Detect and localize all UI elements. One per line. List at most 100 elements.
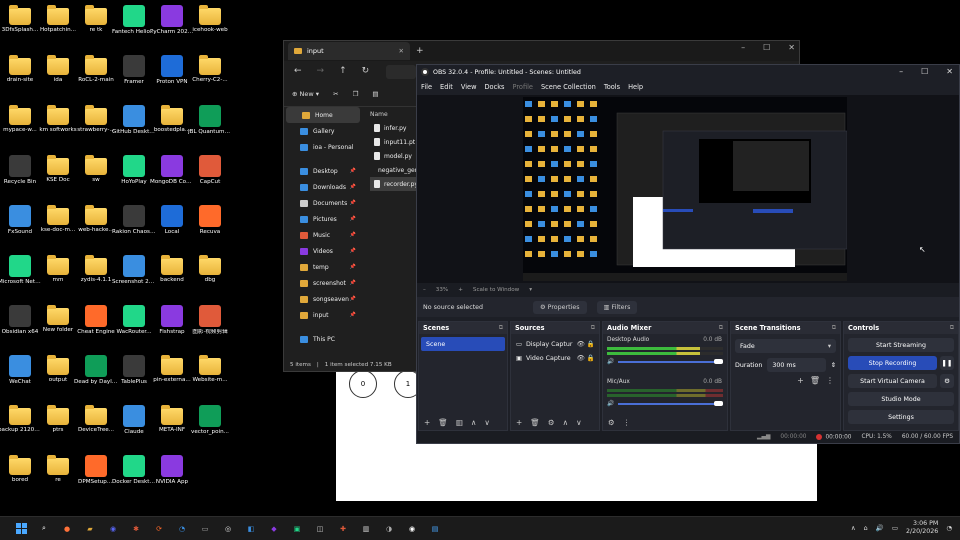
- settings-button[interactable]: Settings: [848, 410, 954, 424]
- scale-mode[interactable]: Scale to Window: [473, 287, 519, 293]
- desktop-icon[interactable]: Website-m...: [190, 352, 230, 396]
- file-row[interactable]: negative_gen...: [370, 163, 420, 177]
- desktop-icon[interactable]: Screenshot 2026-01-...: [112, 252, 156, 296]
- duration-input[interactable]: 300 ms: [767, 358, 826, 372]
- obs-window[interactable]: OBS 32.0.4 - Profile: Untitled - Scenes:…: [416, 64, 960, 444]
- menu-item[interactable]: File: [421, 83, 432, 91]
- source-item[interactable]: ▣ Video Capture 👁 🔒: [511, 351, 599, 365]
- app-icon[interactable]: ▤: [426, 520, 444, 538]
- desktop-icon[interactable]: output: [38, 352, 78, 396]
- firefox-icon[interactable]: ●: [58, 520, 76, 538]
- desktop-icon[interactable]: Recuva: [190, 202, 230, 246]
- more-icon[interactable]: ⋮: [623, 418, 631, 427]
- app-icon[interactable]: ▥: [357, 520, 375, 538]
- desktop-icon[interactable]: FxSound: [0, 202, 40, 246]
- volume-slider[interactable]: 🔊: [607, 359, 723, 365]
- desktop-icon[interactable]: Dead by Daylight: [74, 352, 118, 396]
- new-button[interactable]: ⊕ New ▾: [292, 90, 319, 98]
- more-icon[interactable]: ⋮: [826, 376, 834, 385]
- desktop-icon[interactable]: re: [38, 452, 78, 496]
- desktop-icon[interactable]: WeChat: [0, 352, 40, 396]
- sidebar-item[interactable]: Home: [286, 107, 360, 123]
- desktop-icon[interactable]: GitHub Desktop: [112, 102, 156, 146]
- copy-icon[interactable]: ❐: [353, 90, 359, 98]
- visibility-lock-icons[interactable]: 👁 🔒: [577, 340, 595, 348]
- desktop-icon[interactable]: New folder: [38, 302, 78, 346]
- desktop-icon[interactable]: TablePlus: [114, 352, 154, 396]
- speaker-icon[interactable]: 🔊: [607, 359, 614, 365]
- up-arrow-icon[interactable]: ↑: [339, 66, 347, 76]
- volume-slider[interactable]: 🔊: [607, 401, 723, 407]
- slider-track[interactable]: [618, 359, 723, 364]
- file-row[interactable]: input11.pt: [370, 135, 420, 149]
- trash-icon[interactable]: 🗑: [530, 418, 540, 427]
- zoom-out-icon[interactable]: –: [423, 287, 426, 293]
- close-tab-icon[interactable]: ✕: [399, 47, 404, 55]
- stop-recording-button[interactable]: Stop Recording: [848, 356, 937, 370]
- desktop-icon[interactable]: vector_poin...: [190, 402, 230, 446]
- popout-icon[interactable]: ⧉: [950, 324, 954, 332]
- sidebar-item[interactable]: Desktop 📌: [284, 163, 362, 179]
- file-explorer-icon[interactable]: ▰: [81, 520, 99, 538]
- desktop-icon[interactable]: Framer: [114, 52, 154, 96]
- desktop-icon[interactable]: Cheat Engine: [76, 302, 116, 346]
- desktop-icon[interactable]: Fishstrap: [152, 302, 192, 346]
- add-icon[interactable]: +: [424, 418, 430, 427]
- desktop-icon[interactable]: backup 21202...: [0, 402, 42, 446]
- sidebar-item[interactable]: Downloads 📌: [284, 179, 362, 195]
- desktop-icon[interactable]: RoCL-2-main: [76, 52, 116, 96]
- desktop-icon[interactable]: Obsidian x64: [0, 302, 40, 346]
- preview-canvas[interactable]: [523, 97, 848, 281]
- filter-icon[interactable]: ▥: [456, 418, 463, 427]
- desktop-icon[interactable]: PyCharm 2025.3.2.1: [150, 2, 194, 46]
- sidebar-item[interactable]: Pictures 📌: [284, 211, 362, 227]
- desktop-icon[interactable]: WacRouter...: [114, 302, 154, 346]
- popout-icon[interactable]: ⧉: [591, 324, 595, 332]
- desktop-icon[interactable]: MongoDB Compass: [150, 152, 194, 196]
- desktop-icon[interactable]: drain-site: [0, 52, 40, 96]
- desktop-icon[interactable]: sw: [76, 152, 116, 196]
- search-icon[interactable]: ⌕: [35, 520, 53, 538]
- trash-icon[interactable]: 🗑: [810, 376, 820, 385]
- desktop-icon[interactable]: strawberry-...: [76, 102, 116, 146]
- desktop-icon[interactable]: Rakion Chaos Force: [112, 202, 156, 246]
- close-icon[interactable]: ✕: [788, 43, 795, 52]
- sidebar-item[interactable]: input 📌: [284, 307, 362, 323]
- popout-icon[interactable]: ⧉: [719, 324, 723, 332]
- obs-taskbar-icon[interactable]: ◉: [403, 520, 421, 538]
- desktop-icon[interactable]: Cherry-C2-...: [190, 52, 230, 96]
- maximize-icon[interactable]: ☐: [921, 67, 928, 76]
- discord-icon[interactable]: ◉: [104, 520, 122, 538]
- desktop-icon[interactable]: Local: [152, 202, 192, 246]
- refresh-icon[interactable]: ↻: [362, 66, 370, 76]
- start-windows-icon[interactable]: [12, 520, 30, 538]
- popout-icon[interactable]: ⧉: [832, 324, 836, 332]
- desktop-icon[interactable]: icehook-web: [190, 2, 230, 46]
- volume-icon[interactable]: 🔊: [876, 524, 884, 532]
- scene-item[interactable]: Scene: [421, 337, 505, 351]
- desktop-icon[interactable]: HoYoPlay: [114, 152, 154, 196]
- app-icon[interactable]: ✚: [334, 520, 352, 538]
- menu-item[interactable]: Profile: [512, 83, 533, 91]
- app-icon[interactable]: ◎: [219, 520, 237, 538]
- network-icon[interactable]: ⌂: [864, 524, 868, 532]
- menu-item[interactable]: Tools: [604, 83, 620, 91]
- properties-button[interactable]: ⚙ Properties: [533, 300, 587, 314]
- minimize-icon[interactable]: –: [899, 67, 903, 76]
- desktop-icon[interactable]: Microsoft Network ...: [0, 252, 42, 296]
- app-icon[interactable]: ⟳: [150, 520, 168, 538]
- slider-track[interactable]: [618, 401, 723, 406]
- obs-preview[interactable]: ↖: [417, 95, 959, 283]
- desktop-icon[interactable]: Proton VPN: [152, 52, 192, 96]
- desktop-icon[interactable]: backend: [152, 252, 192, 296]
- gear-icon[interactable]: ⚙: [940, 374, 954, 388]
- menu-item[interactable]: Scene Collection: [541, 83, 596, 91]
- desktop-icon[interactable]: META-INF: [152, 402, 192, 446]
- desktop-icon[interactable]: km softworks: [38, 102, 78, 146]
- paste-icon[interactable]: ▤: [372, 90, 378, 98]
- desktop-icon[interactable]: bored: [0, 452, 40, 496]
- file-row[interactable]: recorder.py: [370, 177, 420, 191]
- file-row[interactable]: model.py: [370, 149, 420, 163]
- app-icon[interactable]: ◫: [311, 520, 329, 538]
- notification-icon[interactable]: ◔: [946, 524, 952, 532]
